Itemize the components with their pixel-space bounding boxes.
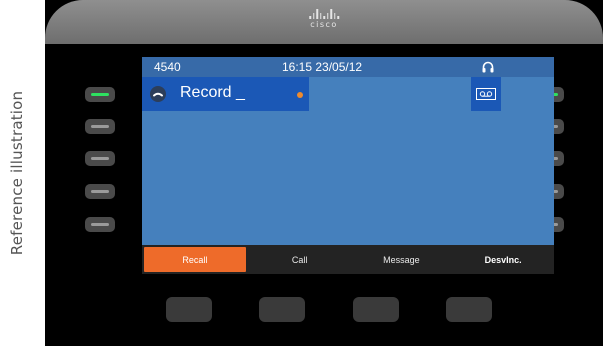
left-line-key-1[interactable]: [85, 87, 115, 102]
status-dot: [297, 92, 303, 98]
line-label: Record _: [180, 84, 245, 101]
phone-screen: 4540 16:15 23/05/12 Record _ Recall Call…: [142, 57, 554, 274]
headset-icon: [482, 61, 494, 73]
extension-number: 4540: [154, 60, 181, 74]
softkey-desvinc[interactable]: DesvInc.: [452, 245, 554, 274]
cisco-wordmark: cisco: [310, 20, 338, 29]
physical-softkey-4[interactable]: [446, 297, 492, 322]
voicemail-icon: [476, 88, 496, 100]
voicemail-line[interactable]: [471, 77, 501, 111]
left-line-key-4[interactable]: [85, 184, 115, 199]
caption-text: Reference illustration: [8, 90, 26, 256]
left-line-key-5[interactable]: [85, 217, 115, 232]
side-caption: Reference illustration: [6, 0, 28, 346]
ip-phone: cisco 4540 16:15 23/05/12 Record _ Recal…: [45, 0, 603, 346]
date-time: 16:15 23/05/12: [282, 60, 363, 74]
softkey-call[interactable]: Call: [249, 245, 351, 274]
line-session-record[interactable]: Record _: [142, 77, 309, 111]
softkey-bar: Recall Call Message DesvInc.: [142, 245, 554, 274]
left-line-key-2[interactable]: [85, 119, 115, 134]
cisco-logo: cisco: [309, 9, 339, 29]
left-line-key-3[interactable]: [85, 151, 115, 166]
physical-softkey-1[interactable]: [166, 297, 212, 322]
softkey-recall[interactable]: Recall: [144, 247, 246, 272]
status-bar: 4540 16:15 23/05/12: [142, 57, 554, 77]
physical-softkey-2[interactable]: [259, 297, 305, 322]
top-bezel: cisco: [45, 0, 603, 44]
physical-softkey-3[interactable]: [353, 297, 399, 322]
cisco-logo-icon: [309, 9, 339, 19]
handset-icon: [150, 86, 166, 102]
softkey-message[interactable]: Message: [351, 245, 453, 274]
